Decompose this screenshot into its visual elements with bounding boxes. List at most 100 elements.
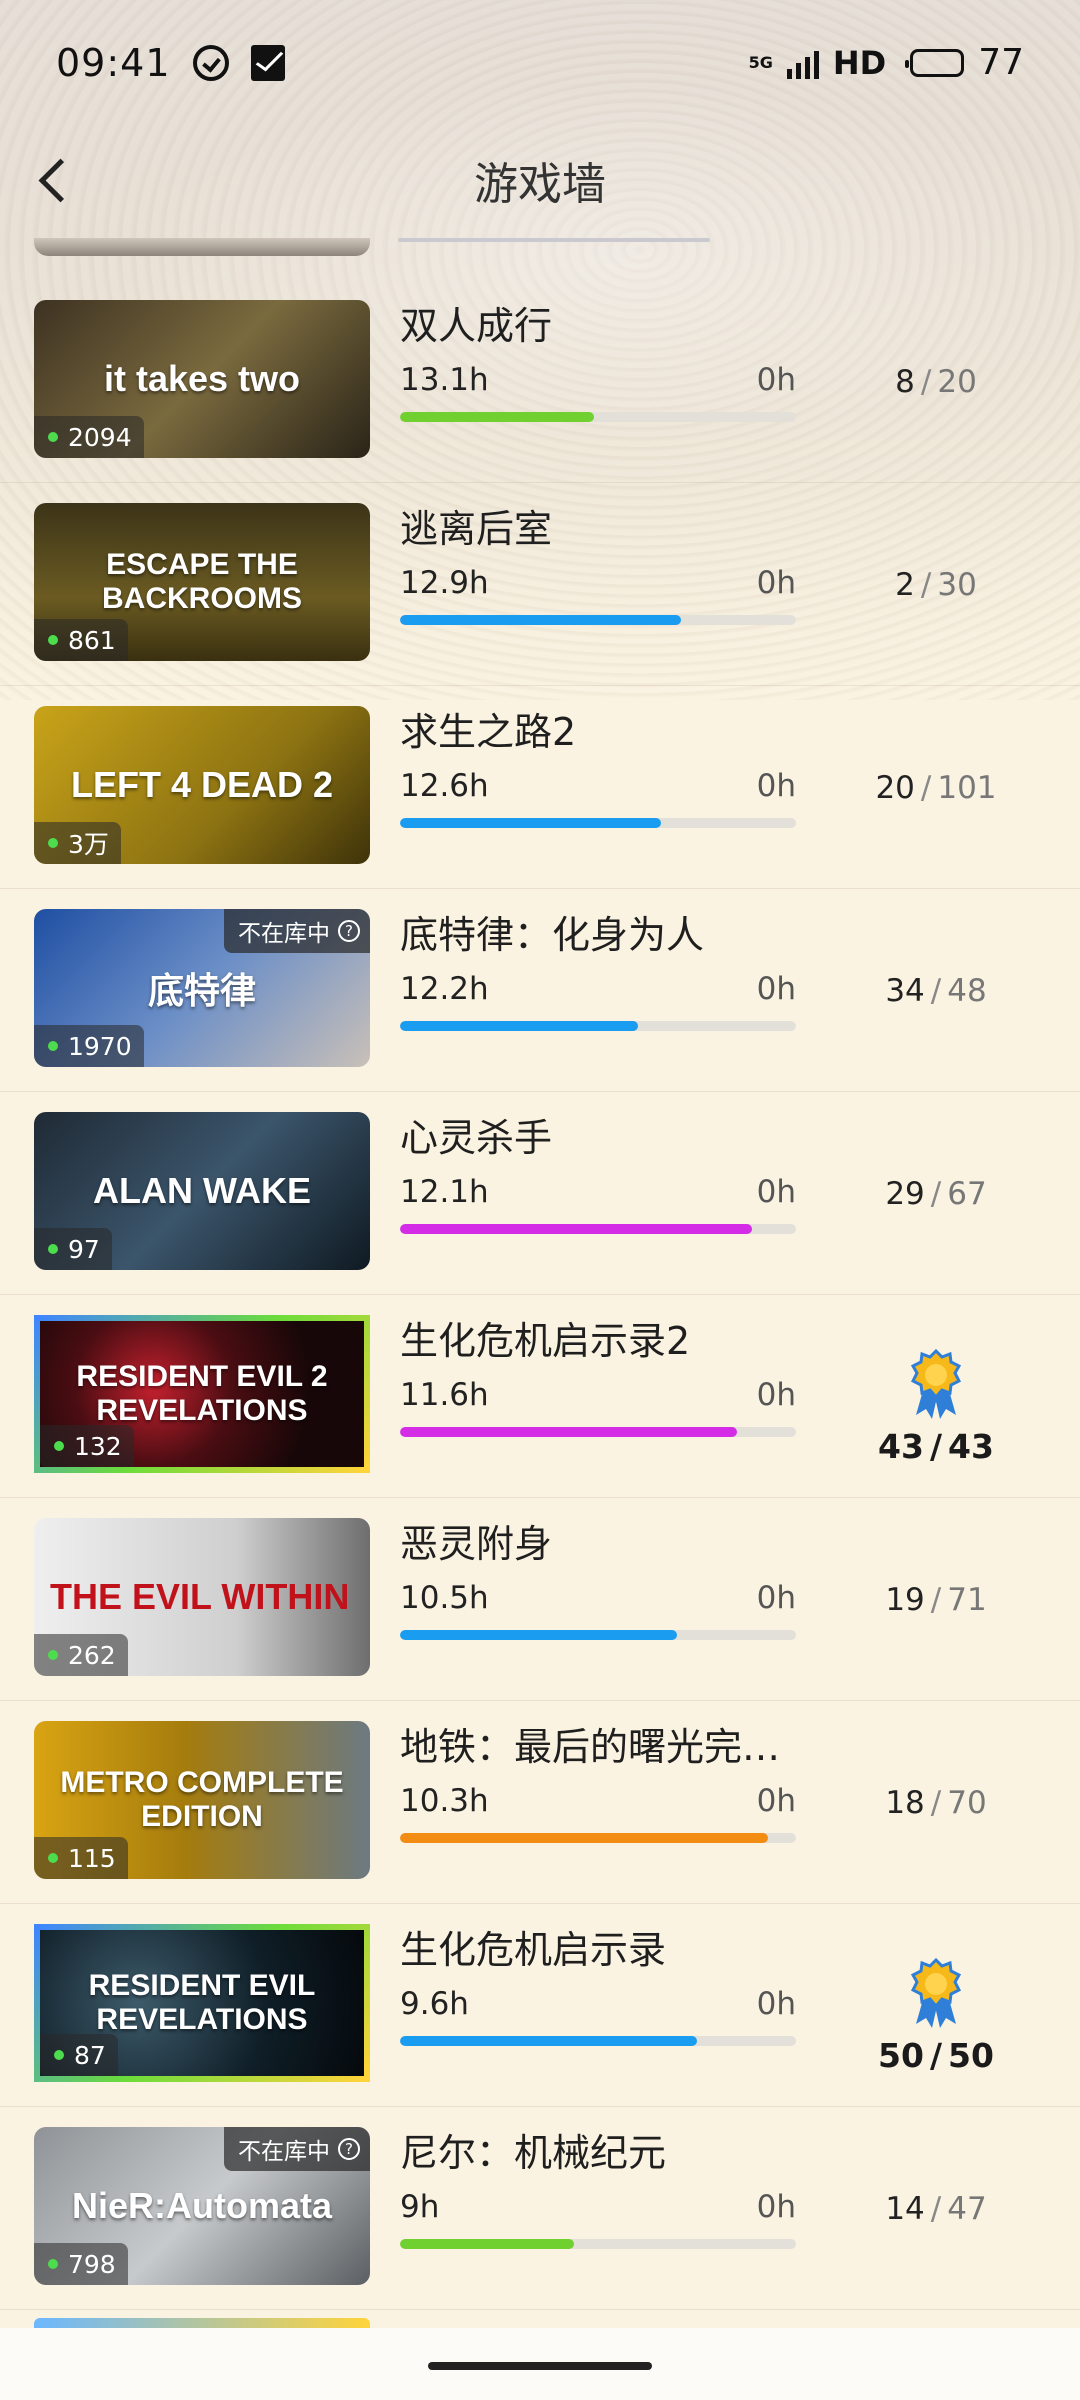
previous-item-bar-peek bbox=[398, 238, 710, 242]
game-row[interactable]: 底特律 不在库中 ? 1970 底特律：化身为人 12.2h 0h 34/48 bbox=[0, 889, 1080, 1092]
game-cover[interactable]: THE EVIL WITHIN 262 bbox=[34, 1518, 370, 1676]
playtime-row: 10.5h 0h bbox=[400, 1580, 796, 1616]
achievement-progress[interactable]: 2/30 bbox=[836, 483, 1036, 686]
game-cover[interactable]: 底特律 不在库中 ? 1970 bbox=[34, 909, 370, 1067]
playtime-progress-fill bbox=[400, 1833, 769, 1843]
achievement-progress[interactable]: 8/20 bbox=[836, 280, 1036, 483]
game-info: 生化危机启示录 9.6h 0h bbox=[400, 1920, 800, 2046]
game-row[interactable]: RESIDENT EVIL REVELATIONS 87 生化危机启示录 9.6… bbox=[0, 1904, 1080, 2107]
game-title: 底特律：化身为人 bbox=[400, 913, 705, 957]
online-dot-icon bbox=[48, 1244, 58, 1254]
playtime-hours: 12.9h bbox=[400, 565, 489, 601]
home-indicator[interactable] bbox=[428, 2362, 652, 2370]
achievements-total: 71 bbox=[947, 1581, 987, 1618]
achievement-separator: / bbox=[920, 769, 932, 806]
game-title: 生化危机启示录2 bbox=[400, 1319, 691, 1363]
game-row[interactable]: it takes two 2094 双人成行 13.1h 0h 8/20 bbox=[0, 280, 1080, 483]
game-cover[interactable]: it takes two 2094 bbox=[34, 300, 370, 458]
help-icon: ? bbox=[338, 2138, 360, 2160]
playtime-progress-fill bbox=[400, 2036, 697, 2046]
game-title: 地铁：最后的曙光完整版 bbox=[400, 1725, 800, 1769]
achievements-total: 48 bbox=[947, 972, 987, 1009]
game-cover[interactable]: METRO COMPLETE EDITION 115 bbox=[34, 1721, 370, 1879]
not-in-library-badge[interactable]: 不在库中 ? bbox=[224, 2127, 370, 2171]
achievement-separator: / bbox=[929, 2036, 943, 2075]
achievement-progress[interactable]: 50/50 bbox=[836, 1904, 1036, 2107]
playtime-hours: 13.1h bbox=[400, 362, 489, 398]
playtime-progress-fill bbox=[400, 1021, 638, 1031]
playtime-row: 9.6h 0h bbox=[400, 1986, 796, 2022]
not-in-library-label: 不在库中 bbox=[238, 2139, 330, 2165]
achievement-separator: / bbox=[930, 1581, 942, 1618]
player-count-badge: 262 bbox=[34, 1634, 128, 1676]
signal-icon bbox=[786, 47, 819, 79]
achievement-separator: / bbox=[920, 363, 932, 400]
game-row[interactable]: LEFT 4 DEAD 2 3万 求生之路2 12.6h 0h 20/101 bbox=[0, 686, 1080, 889]
player-count-badge: 87 bbox=[40, 2034, 118, 2076]
not-in-library-label: 不在库中 bbox=[238, 921, 330, 947]
playtime-row: 12.2h 0h bbox=[400, 971, 796, 1007]
achievements-unlocked: 18 bbox=[885, 1784, 925, 1821]
playtime-progress-bar bbox=[400, 412, 796, 422]
player-count: 262 bbox=[68, 1640, 116, 1670]
check-circle-icon bbox=[192, 44, 229, 81]
back-button[interactable] bbox=[24, 150, 84, 210]
achievement-progress[interactable]: 18/70 bbox=[836, 1701, 1036, 1904]
game-cover[interactable]: ALAN WAKE 97 bbox=[34, 1112, 370, 1270]
player-count-badge: 798 bbox=[34, 2243, 128, 2285]
playtime-progress-bar bbox=[400, 615, 796, 625]
playtime-progress-bar bbox=[400, 2239, 796, 2249]
achievements-unlocked: 29 bbox=[885, 1175, 925, 1212]
achievements-unlocked: 2 bbox=[895, 566, 915, 603]
player-count: 1970 bbox=[68, 1031, 132, 1061]
game-row[interactable]: ALAN WAKE 97 心灵杀手 12.1h 0h 29/67 bbox=[0, 1092, 1080, 1295]
game-row[interactable]: NieR:Automata 不在库中 ? 798 尼尔：机械纪元 9h 0h 1… bbox=[0, 2107, 1080, 2310]
game-row[interactable]: ESCAPE THE BACKROOMS 861 逃离后室 12.9h 0h 2… bbox=[0, 483, 1080, 686]
online-dot-icon bbox=[48, 838, 58, 848]
playtime-progress-fill bbox=[400, 1630, 678, 1640]
network-type: 5G bbox=[748, 53, 773, 72]
game-info: 双人成行 13.1h 0h bbox=[400, 296, 800, 422]
player-count-badge: 2094 bbox=[34, 416, 144, 458]
achievements-unlocked: 34 bbox=[885, 972, 925, 1009]
playtime-progress-bar bbox=[400, 1021, 796, 1031]
achievements-unlocked: 19 bbox=[885, 1581, 925, 1618]
achievement-progress[interactable]: 19/71 bbox=[836, 1498, 1036, 1701]
achievement-progress[interactable]: 20/101 bbox=[836, 686, 1036, 889]
game-row[interactable]: METRO COMPLETE EDITION 115 地铁：最后的曙光完整版 1… bbox=[0, 1701, 1080, 1904]
medal-icon bbox=[908, 1348, 964, 1421]
game-info: 逃离后室 12.9h 0h bbox=[400, 499, 800, 625]
playtime-hours: 12.2h bbox=[400, 971, 489, 1007]
game-title: 逃离后室 bbox=[400, 507, 553, 551]
medal-icon bbox=[908, 1957, 964, 2030]
game-row[interactable]: RESIDENT EVIL 2 REVELATIONS 132 生化危机启示录2… bbox=[0, 1295, 1080, 1498]
game-title: 生化危机启示录 bbox=[400, 1928, 667, 1972]
achievement-progress[interactable]: 43/43 bbox=[836, 1295, 1036, 1498]
playtime-progress-fill bbox=[400, 2239, 575, 2249]
hd-indicator: HD bbox=[832, 43, 887, 82]
game-cover[interactable]: RESIDENT EVIL REVELATIONS 87 bbox=[34, 1924, 370, 2082]
player-count: 3万 bbox=[68, 830, 109, 859]
player-count: 132 bbox=[74, 1431, 122, 1461]
game-cover[interactable]: NieR:Automata 不在库中 ? 798 bbox=[34, 2127, 370, 2285]
achievements-total: 70 bbox=[947, 1784, 987, 1821]
game-cover[interactable]: LEFT 4 DEAD 2 3万 bbox=[34, 706, 370, 864]
not-in-library-badge[interactable]: 不在库中 ? bbox=[224, 909, 370, 953]
achievements-total: 20 bbox=[937, 363, 977, 400]
online-dot-icon bbox=[48, 1853, 58, 1863]
help-icon: ? bbox=[338, 920, 360, 942]
game-cover[interactable]: RESIDENT EVIL 2 REVELATIONS 132 bbox=[34, 1315, 370, 1473]
player-count: 97 bbox=[68, 1234, 100, 1264]
playtime-hours: 12.6h bbox=[400, 768, 489, 804]
achievements-total: 101 bbox=[937, 769, 997, 806]
status-time: 09:41 bbox=[56, 40, 171, 85]
battery-level: 77 bbox=[978, 42, 1024, 83]
achievement-separator: / bbox=[930, 1175, 942, 1212]
recent-playtime: 0h bbox=[756, 971, 796, 1007]
game-cover[interactable]: ESCAPE THE BACKROOMS 861 bbox=[34, 503, 370, 661]
achievement-progress[interactable]: 14/47 bbox=[836, 2107, 1036, 2310]
game-row[interactable]: THE EVIL WITHIN 262 恶灵附身 10.5h 0h 19/71 bbox=[0, 1498, 1080, 1701]
achievement-progress[interactable]: 34/48 bbox=[836, 889, 1036, 1092]
player-count: 115 bbox=[68, 1843, 116, 1873]
achievement-progress[interactable]: 29/67 bbox=[836, 1092, 1036, 1295]
